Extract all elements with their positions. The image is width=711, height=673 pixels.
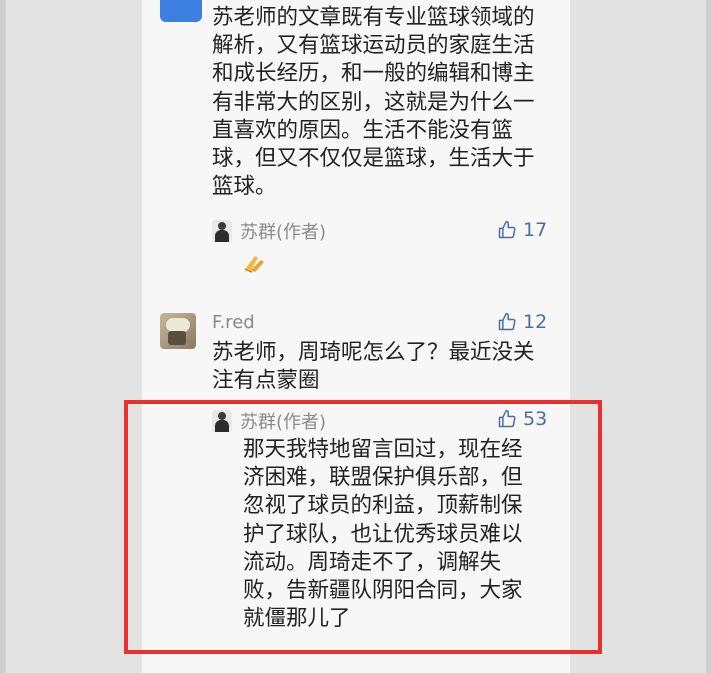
author-name: 苏群(作者) (240, 222, 327, 243)
author-reply-header: 苏群(作者) (212, 218, 326, 244)
like-count: 12 (523, 311, 548, 333)
commenter-name[interactable]: F.red (212, 312, 255, 333)
author-avatar[interactable] (212, 220, 232, 242)
like-count: 17 (523, 219, 548, 241)
comment-text: 苏老师的文章既有专业篮球领域的解析，又有篮球运动员的家庭生活和成长经历，和一般的… (212, 5, 535, 200)
praying-hands-icon (244, 256, 264, 273)
left-margin (0, 0, 142, 673)
like-button[interactable]: 12 (497, 311, 547, 333)
comment-text: 苏老师，周琦呢怎么了？最近没关注有点蒙圈 (212, 340, 535, 394)
thumbs-up-icon (498, 220, 516, 239)
commenter-avatar[interactable] (160, 313, 196, 349)
like-button[interactable]: 17 (497, 219, 547, 241)
thumbs-up-icon (498, 312, 516, 331)
commenter-avatar[interactable] (160, 0, 202, 22)
highlight-box (124, 400, 602, 654)
